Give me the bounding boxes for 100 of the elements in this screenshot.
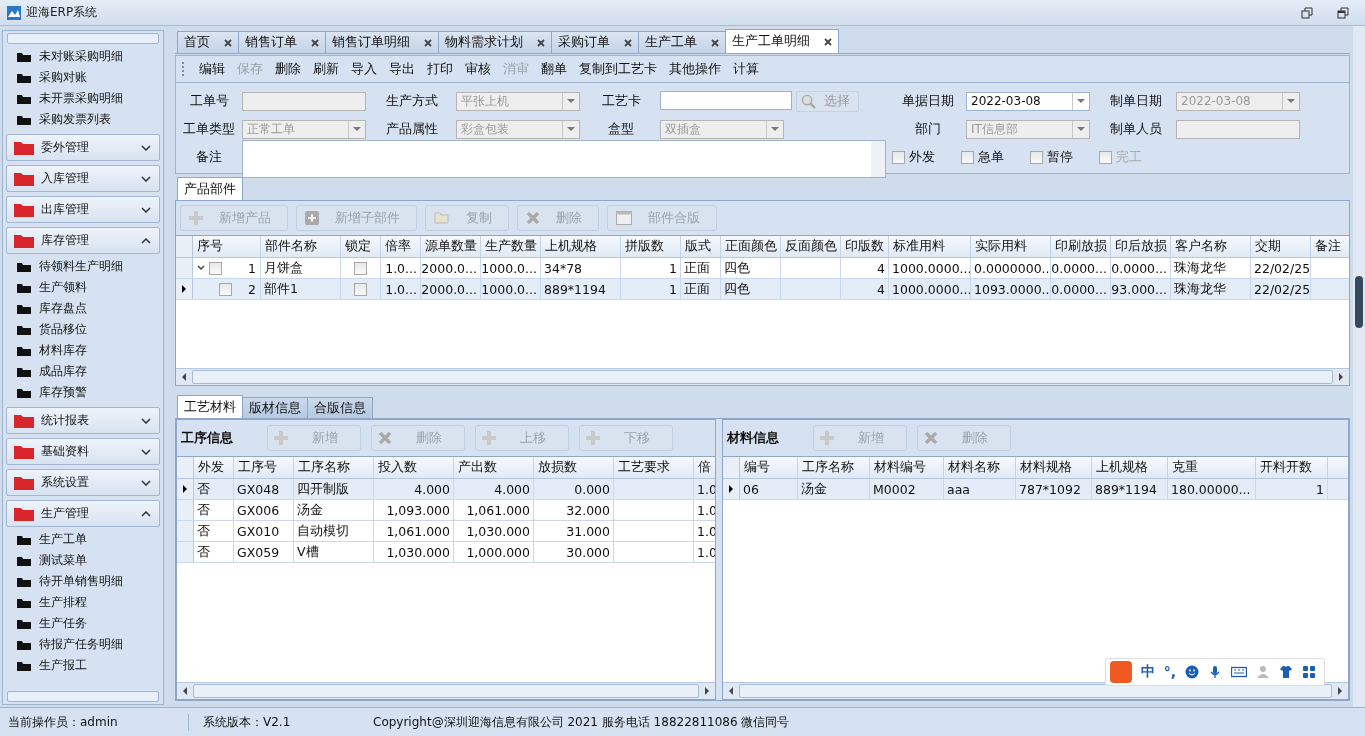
checkbox[interactable] <box>209 261 222 275</box>
sidebar-item[interactable]: 材料库存 <box>6 340 160 361</box>
close-icon[interactable] <box>824 37 832 46</box>
column-header[interactable]: 拼版数 <box>621 236 681 257</box>
column-header[interactable]: 外发 <box>194 457 234 478</box>
column-header[interactable]: 客户名称 <box>1171 236 1251 257</box>
document-tab[interactable]: 销售订单明细 <box>325 31 439 53</box>
column-header[interactable]: 印版数 <box>841 236 889 257</box>
column-header[interactable]: 序号 <box>193 236 261 257</box>
toolbar-button[interactable]: 刷新 <box>308 58 344 80</box>
close-icon[interactable] <box>224 38 232 47</box>
column-header[interactable]: 锁定 <box>341 236 381 257</box>
grid-row[interactable]: 2 部件1 1.0... 2000.0... 1000.0... 889*1194 1 正面 四色 4 1000.0000... 1093.0000...0.0000... 93.000... 珠海龙华 22/02/25 <box>176 279 1349 300</box>
sidebar-group-header[interactable]: 系统设置 <box>6 469 160 496</box>
column-header[interactable]: 工序名称 <box>798 457 870 478</box>
toolbar-button[interactable]: 导入 <box>346 58 382 80</box>
close-icon[interactable] <box>424 38 432 47</box>
input-field[interactable] <box>660 90 792 110</box>
column-header[interactable]: 开料开数 <box>1256 457 1328 478</box>
column-header[interactable]: 上机规格 <box>1092 457 1168 478</box>
input-method-logo-icon[interactable] <box>1109 661 1132 683</box>
sidebar-item[interactable]: 未对账采购明细 <box>6 46 160 67</box>
sidebar-group-header[interactable]: 委外管理 <box>6 134 160 161</box>
checkbox[interactable]: 外发 <box>892 148 935 166</box>
sidebar-item[interactable]: 待领料生产明细 <box>6 256 160 277</box>
sidebar-item[interactable]: 生产工单 <box>6 529 160 550</box>
column-header[interactable]: 投入数 <box>374 457 454 478</box>
toolbar-button[interactable]: 其他操作 <box>664 58 726 80</box>
toolbar-button[interactable]: 导出 <box>384 58 420 80</box>
column-header[interactable]: 标准用料 <box>889 236 971 257</box>
sidebar-item[interactable]: 库存盘点 <box>6 298 160 319</box>
shirt-icon[interactable] <box>1279 665 1293 679</box>
column-header[interactable]: 生产数量 <box>481 236 541 257</box>
panel-tab[interactable]: 版材信息 <box>242 397 308 418</box>
sidebar-item[interactable]: 生产领料 <box>6 277 160 298</box>
document-tab[interactable]: 物料需求计划 <box>438 31 552 53</box>
document-tab[interactable]: 采购订单 <box>551 31 639 53</box>
checkbox[interactable]: 急单 <box>961 148 1004 166</box>
keyboard-icon[interactable] <box>1231 666 1247 678</box>
sidebar-item[interactable]: 库存预警 <box>6 382 160 403</box>
column-header[interactable]: 材料规格 <box>1016 457 1092 478</box>
expand-chevron-icon[interactable] <box>197 265 205 271</box>
panel-tab[interactable]: 合版信息 <box>307 397 373 418</box>
column-header[interactable]: 材料编号 <box>870 457 944 478</box>
column-header[interactable]: 实际用料 <box>971 236 1051 257</box>
vertical-scrollbar[interactable] <box>1353 26 1365 707</box>
sidebar-item[interactable]: 生产报工 <box>6 655 160 676</box>
toolbar-button[interactable]: 计算 <box>728 58 764 80</box>
column-header[interactable]: 产出数 <box>454 457 534 478</box>
scrollbar[interactable] <box>871 141 885 177</box>
column-header[interactable]: 反面颜色 <box>781 236 841 257</box>
column-header[interactable]: 克重 <box>1168 457 1256 478</box>
sidebar-item[interactable]: 未开票采购明细 <box>6 88 160 109</box>
grid-row[interactable]: 06 汤金 M0002 aaa 787*1092 889*1194 180.00000... 1 <box>723 479 1348 500</box>
sidebar-group-header[interactable]: 出库管理 <box>6 196 160 223</box>
toolbar-button[interactable]: 编辑 <box>194 58 230 80</box>
column-header[interactable]: 正面颜色 <box>721 236 781 257</box>
document-tab[interactable]: 首页 <box>177 31 239 53</box>
column-header[interactable]: 材料名称 <box>944 457 1016 478</box>
column-header[interactable]: 印刷放损 <box>1051 236 1111 257</box>
punctuation-toggle[interactable]: °, <box>1163 664 1176 680</box>
sidebar-group-header[interactable]: 库存管理 <box>6 227 160 254</box>
sidebar-group-header[interactable]: 基础资料 <box>6 438 160 465</box>
column-header[interactable]: 倍率 <box>381 236 421 257</box>
sidebar-group-header[interactable]: 统计报表 <box>6 407 160 434</box>
microphone-icon[interactable] <box>1208 665 1222 679</box>
column-header[interactable]: 部件名称 <box>261 236 341 257</box>
document-tab[interactable]: 销售订单 <box>238 31 326 53</box>
checkbox[interactable] <box>354 261 367 275</box>
restore-icon[interactable] <box>1301 6 1313 19</box>
horizontal-scrollbar[interactable] <box>723 682 1348 699</box>
checkbox[interactable]: 暂停 <box>1030 148 1073 166</box>
sidebar-item[interactable]: 采购发票列表 <box>6 109 160 130</box>
sidebar-item[interactable]: 生产任务 <box>6 613 160 634</box>
column-header[interactable]: 放损数 <box>534 457 614 478</box>
sidebar-item[interactable]: 采购对账 <box>6 67 160 88</box>
column-header[interactable]: 编号 <box>740 457 798 478</box>
sidebar-item[interactable]: 待报产任务明细 <box>6 634 160 655</box>
sidebar-group-header[interactable]: 入库管理 <box>6 165 160 192</box>
horizontal-scrollbar[interactable] <box>177 682 715 699</box>
column-header[interactable]: 印后放损 <box>1111 236 1171 257</box>
close-icon[interactable] <box>624 38 632 47</box>
column-header[interactable]: 工序名称 <box>294 457 374 478</box>
close-icon[interactable] <box>537 38 545 47</box>
checkbox[interactable] <box>219 282 232 296</box>
column-header[interactable]: 备注 <box>1311 236 1349 257</box>
document-tab[interactable]: 生产工单 <box>638 31 726 53</box>
sidebar-group-header[interactable]: 生产管理 <box>6 500 160 527</box>
sidebar-item[interactable]: 待开单销售明细 <box>6 571 160 592</box>
column-header[interactable]: 版式 <box>681 236 721 257</box>
panel-tab[interactable]: 工艺材料 <box>177 395 243 418</box>
toolbar-button[interactable]: 打印 <box>422 58 458 80</box>
column-header[interactable]: 交期 <box>1251 236 1311 257</box>
column-header[interactable]: 倍 <box>694 457 715 478</box>
column-header[interactable]: 上机规格 <box>541 236 621 257</box>
toolbar-button[interactable]: 审核 <box>460 58 496 80</box>
notes-field[interactable] <box>242 140 886 178</box>
sidebar-item[interactable]: 成品库存 <box>6 361 160 382</box>
toolbar-button[interactable]: 删除 <box>270 58 306 80</box>
document-tab[interactable]: 生产工单明细 <box>725 29 839 53</box>
